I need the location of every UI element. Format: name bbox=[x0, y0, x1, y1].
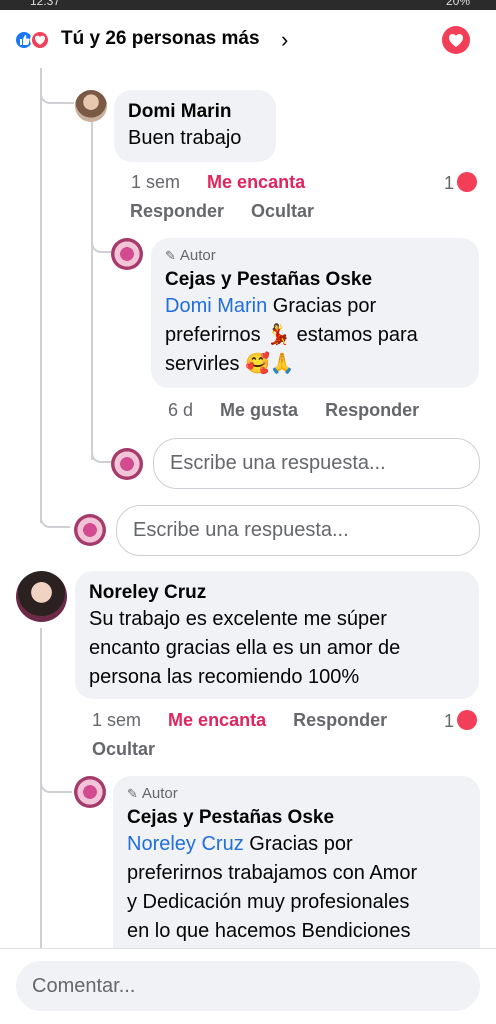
thread-line-main bbox=[40, 68, 42, 523]
comment-age: 1 sem bbox=[131, 172, 181, 192]
reply-author[interactable]: Cejas y Pestañas Oske bbox=[165, 268, 465, 292]
comment-thread[interactable]: Domi Marin Buen trabajo 1 sem Me encanta… bbox=[0, 68, 496, 948]
reaction-count[interactable]: 1 bbox=[444, 710, 478, 732]
reactors-summary[interactable]: Tú y 26 personas más bbox=[61, 28, 260, 50]
author-badge: ✎ Autor bbox=[165, 246, 465, 266]
thread-connector bbox=[40, 768, 72, 793]
comment-author[interactable]: Domi Marin bbox=[128, 100, 262, 124]
reaction-count-value: 1 bbox=[444, 173, 455, 193]
reply-author[interactable]: Cejas y Pestañas Oske bbox=[127, 806, 466, 830]
thread-line-sub bbox=[91, 120, 93, 460]
author-badge-label: Autor bbox=[179, 247, 216, 264]
comment-input[interactable]: Comentar... bbox=[16, 961, 480, 1011]
love-react-button[interactable] bbox=[442, 26, 470, 54]
reaction-count-value: 1 bbox=[444, 711, 455, 731]
reply-button[interactable]: Responder bbox=[325, 400, 419, 420]
reply-bubble[interactable]: ✎ Autor Cejas y Pestañas Oske Noreley Cru… bbox=[113, 776, 480, 948]
author-badge: ✎ Autor bbox=[127, 784, 466, 804]
avatar[interactable] bbox=[75, 90, 107, 122]
reply-input-placeholder: Escribe una respuesta... bbox=[170, 452, 386, 474]
reply-text-line: Gracias por bbox=[267, 295, 377, 317]
reply-input[interactable]: Escribe una respuesta... bbox=[116, 505, 480, 556]
comment-bubble[interactable]: Domi Marin Buen trabajo bbox=[114, 90, 276, 162]
reply-text-line: en lo que hacemos Bendiciones bbox=[127, 920, 411, 942]
reply-button[interactable]: Responder bbox=[293, 710, 387, 730]
reply-text-line: servirles 🥰🙏 bbox=[165, 353, 295, 375]
comment-bubble[interactable]: Noreley Cruz Su trabajo es excelente me … bbox=[75, 571, 479, 699]
comment-text-line: Su trabajo es excelente me súper bbox=[89, 608, 387, 630]
reaction-count[interactable]: 1 bbox=[444, 172, 478, 194]
reply-text-line: preferirnos 💃 estamos para bbox=[165, 324, 418, 346]
chevron-right-icon[interactable]: › bbox=[281, 27, 288, 53]
reply-bubble[interactable]: ✎ Autor Cejas y Pestañas Oske Domi Marin … bbox=[151, 238, 479, 388]
status-time: 12:37 bbox=[30, 0, 61, 8]
comment-text-line: encanto gracias ella es un amor de bbox=[89, 637, 401, 659]
author-badge-label: Autor bbox=[141, 785, 178, 802]
thread-connector bbox=[40, 68, 74, 104]
reaction-button[interactable]: Me encanta bbox=[168, 710, 266, 730]
thread-connector bbox=[91, 228, 111, 253]
reply-text: Domi Marin Gracias por bbox=[165, 292, 465, 321]
pencil-icon: ✎ bbox=[127, 786, 138, 801]
reply-button[interactable]: Responder bbox=[130, 201, 224, 221]
reply-text-line: preferirnos trabajamos con Amor bbox=[127, 862, 418, 884]
avatar bbox=[74, 514, 106, 546]
reply-input-placeholder: Escribe una respuesta... bbox=[133, 519, 349, 541]
avatar bbox=[111, 448, 143, 480]
comment-actions: 1 sem Me encanta Responder bbox=[92, 710, 387, 731]
reactions-header: Tú y 26 personas más › bbox=[0, 10, 496, 68]
reply-text: Noreley Cruz Gracias por bbox=[127, 830, 466, 859]
avatar[interactable] bbox=[74, 776, 106, 808]
like-button[interactable]: Me gusta bbox=[220, 400, 298, 420]
avatar[interactable] bbox=[16, 571, 67, 622]
avatar[interactable] bbox=[111, 238, 143, 270]
thread-connector bbox=[91, 438, 111, 463]
reply-text-line: y Dedicación muy profesionales bbox=[127, 891, 410, 913]
hide-button[interactable]: Ocultar bbox=[251, 201, 314, 221]
status-battery: 20% bbox=[445, 0, 470, 8]
mention-link[interactable]: Domi Marin bbox=[165, 295, 267, 317]
comment-text: Buen trabajo bbox=[128, 127, 242, 149]
comment-actions-2: Ocultar bbox=[92, 739, 155, 760]
reply-text-line: Gracias por bbox=[243, 833, 353, 855]
comment-input-placeholder: Comentar... bbox=[32, 974, 136, 997]
thread-connector bbox=[40, 508, 70, 528]
reaction-button[interactable]: Me encanta bbox=[207, 172, 305, 192]
reply-input[interactable]: Escribe una respuesta... bbox=[153, 438, 480, 489]
comment-age: 1 sem bbox=[92, 710, 142, 730]
comment-text-line: persona las recomiendo 100% bbox=[89, 666, 360, 688]
mention-link[interactable]: Noreley Cruz bbox=[127, 833, 244, 855]
comment-composer: Comentar... bbox=[0, 948, 496, 1024]
pencil-icon: ✎ bbox=[165, 248, 176, 263]
hide-button[interactable]: Ocultar bbox=[92, 739, 155, 759]
comment-author[interactable]: Noreley Cruz bbox=[89, 581, 465, 605]
status-bar: 12:37 20% bbox=[0, 0, 496, 10]
love-icon bbox=[457, 710, 478, 730]
reaction-icons[interactable] bbox=[14, 30, 54, 50]
comment-actions: 1 sem Me encanta bbox=[131, 172, 305, 193]
reply-actions: 6 d Me gusta Responder bbox=[168, 400, 419, 421]
love-icon bbox=[30, 30, 50, 50]
love-icon bbox=[457, 172, 478, 192]
comment-actions-2: Responder Ocultar bbox=[130, 201, 314, 222]
reply-age: 6 d bbox=[168, 400, 194, 420]
